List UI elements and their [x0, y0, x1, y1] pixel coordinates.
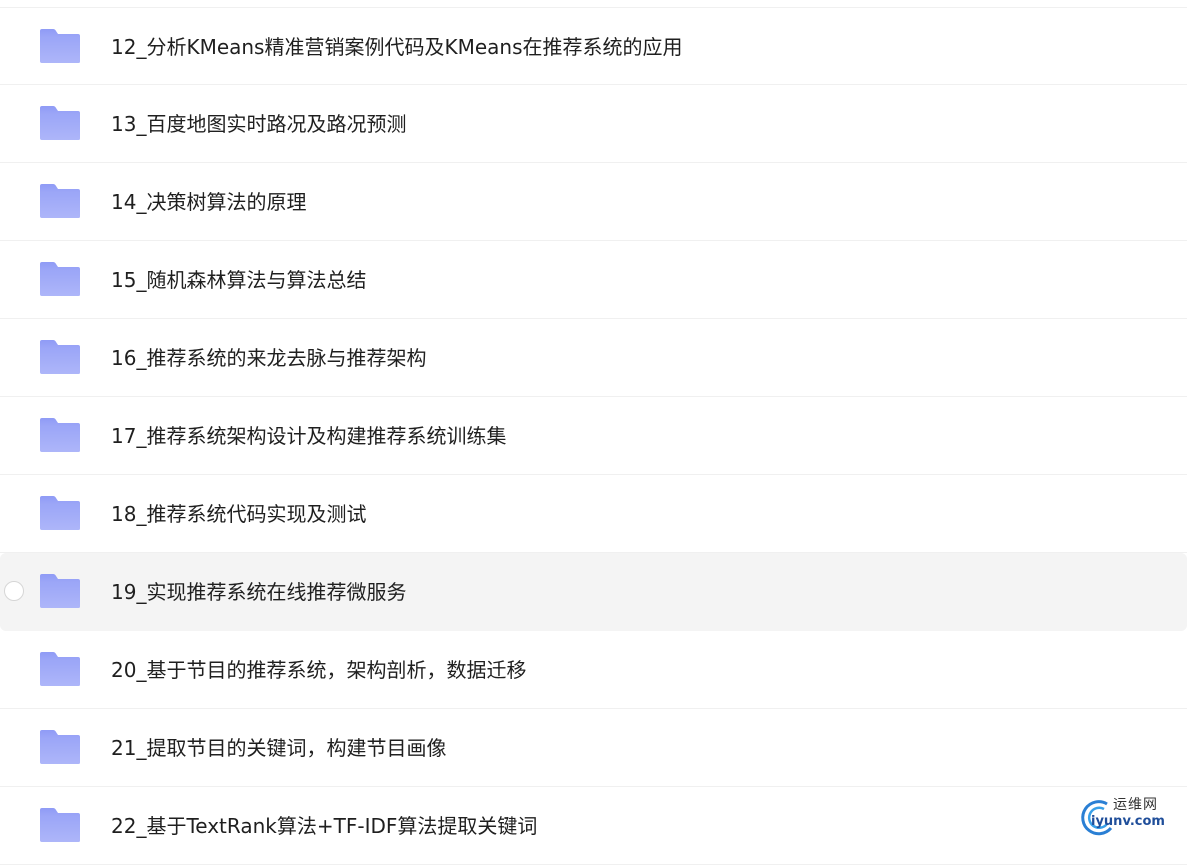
folder-name: 22_基于TextRank算法+TF-IDF算法提取关键词	[111, 814, 538, 838]
folder-name: 21_提取节目的关键词，构建节目画像	[111, 736, 447, 760]
folder-icon	[40, 184, 80, 218]
folder-name: 19_实现推荐系统在线推荐微服务	[111, 580, 407, 604]
folder-row-7[interactable]: 18_推荐系统代码实现及测试	[0, 475, 1187, 553]
file-list: 12_分析KMeans精准营销案例代码及KMeans在推荐系统的应用 13_百度…	[0, 7, 1187, 865]
folder-icon	[40, 808, 80, 842]
watermark-en-text: iyunv.com	[1091, 814, 1165, 829]
folder-icon	[40, 106, 80, 140]
folder-name: 13_百度地图实时路况及路况预测	[111, 112, 407, 136]
watermark: 运维网 iyunv.com	[1077, 794, 1181, 838]
folder-row-3[interactable]: 14_决策树算法的原理	[0, 163, 1187, 241]
folder-icon	[40, 262, 80, 296]
select-checkbox[interactable]	[4, 581, 24, 601]
folder-row-11[interactable]: 22_基于TextRank算法+TF-IDF算法提取关键词	[0, 787, 1187, 865]
folder-icon	[40, 730, 80, 764]
folder-row-9[interactable]: 20_基于节目的推荐系统，架构剖析，数据迁移	[0, 631, 1187, 709]
folder-icon	[40, 340, 80, 374]
folder-icon	[40, 574, 80, 608]
folder-name: 18_推荐系统代码实现及测试	[111, 502, 367, 526]
folder-row-4[interactable]: 15_随机森林算法与算法总结	[0, 241, 1187, 319]
folder-name: 15_随机森林算法与算法总结	[111, 268, 367, 292]
folder-name: 16_推荐系统的来龙去脉与推荐架构	[111, 346, 427, 370]
folder-icon	[40, 418, 80, 452]
folder-row-10[interactable]: 21_提取节目的关键词，构建节目画像	[0, 709, 1187, 787]
watermark-cn-text: 运维网	[1113, 797, 1158, 813]
folder-name: 12_分析KMeans精准营销案例代码及KMeans在推荐系统的应用	[111, 35, 683, 59]
folder-name: 17_推荐系统架构设计及构建推荐系统训练集	[111, 424, 507, 448]
folder-row-2[interactable]: 13_百度地图实时路况及路况预测	[0, 85, 1187, 163]
folder-row-6[interactable]: 17_推荐系统架构设计及构建推荐系统训练集	[0, 397, 1187, 475]
folder-row-1[interactable]: 12_分析KMeans精准营销案例代码及KMeans在推荐系统的应用	[0, 7, 1187, 85]
folder-icon	[40, 652, 80, 686]
folder-name: 20_基于节目的推荐系统，架构剖析，数据迁移	[111, 658, 527, 682]
folder-icon	[40, 29, 80, 63]
folder-name: 14_决策树算法的原理	[111, 190, 307, 214]
folder-row-8[interactable]: 19_实现推荐系统在线推荐微服务	[0, 553, 1187, 631]
folder-row-5[interactable]: 16_推荐系统的来龙去脉与推荐架构	[0, 319, 1187, 397]
folder-icon	[40, 496, 80, 530]
